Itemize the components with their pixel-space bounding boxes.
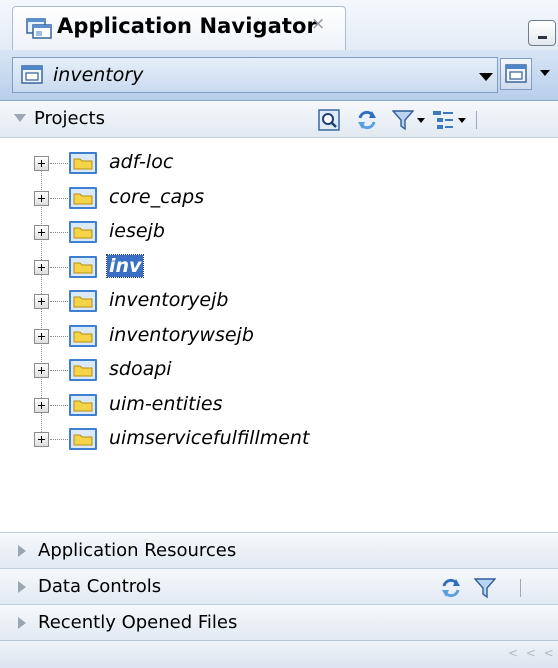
- chevron-down-icon[interactable]: [540, 70, 550, 76]
- tree-connector-line: [50, 197, 68, 199]
- minimize-button[interactable]: [528, 20, 556, 46]
- folder-icon: [69, 393, 97, 416]
- tree-node[interactable]: inv: [0, 252, 558, 282]
- application-navigator-icon: [26, 18, 52, 39]
- expand-plus-icon[interactable]: [34, 259, 49, 275]
- tree-node-label[interactable]: uimservicefulfillment: [107, 427, 311, 449]
- tab-application-navigator[interactable]: Application Navigator ×: [12, 6, 346, 50]
- tree-node-label[interactable]: sdoapi: [107, 358, 174, 380]
- tree-node-label[interactable]: uim-entities: [107, 393, 224, 415]
- application-name: inventory: [53, 64, 144, 86]
- chevron-down-icon[interactable]: [417, 118, 425, 123]
- tree-node[interactable]: inventorywsejb: [0, 321, 558, 351]
- projects-panel-header[interactable]: Projects: [0, 101, 558, 138]
- application-dropdown[interactable]: inventory: [12, 57, 498, 93]
- application-selector-row: inventory: [0, 50, 558, 101]
- tree-node[interactable]: uimservicefulfillment: [0, 424, 558, 454]
- filter-icon[interactable]: [474, 577, 496, 599]
- filter-icon[interactable]: [392, 109, 414, 131]
- expand-plus-icon[interactable]: [34, 397, 49, 413]
- tree-node-label[interactable]: inv: [105, 253, 145, 278]
- recently-opened-files-label: Recently Opened Files: [38, 612, 238, 633]
- tree-node-label[interactable]: core_caps: [107, 186, 206, 208]
- data-controls-label: Data Controls: [38, 576, 162, 597]
- expand-triangle-icon[interactable]: [18, 581, 26, 593]
- tab-title: Application Navigator: [57, 14, 318, 38]
- tree-connector-line: [50, 404, 68, 406]
- tree-node-label[interactable]: inventorywsejb: [107, 324, 256, 346]
- close-icon[interactable]: ×: [311, 14, 325, 34]
- folder-icon: [69, 359, 97, 381]
- tree-connector-line: [50, 439, 68, 440]
- tree-connector-line: [50, 232, 68, 233]
- toolbar-separator: [476, 111, 477, 129]
- folder-icon: [69, 428, 97, 450]
- expand-triangle-icon[interactable]: [18, 545, 26, 557]
- application-menu-button[interactable]: [500, 58, 532, 90]
- refresh-icon[interactable]: [440, 577, 462, 599]
- project-properties-icon[interactable]: [318, 109, 340, 131]
- working-sets-icon[interactable]: [432, 109, 454, 131]
- tab-strip: Application Navigator ×: [0, 0, 558, 51]
- project-tree[interactable]: adf-loc core_capsiesejb inv inventoryejb inv…: [0, 138, 558, 532]
- tree-connector-line: [50, 163, 68, 164]
- application-resources-panel[interactable]: Application Resources: [0, 532, 558, 568]
- tree-node[interactable]: sdoapi: [0, 355, 558, 385]
- tree-node[interactable]: inventoryejb: [0, 286, 558, 316]
- toolbar-separator: [520, 579, 521, 597]
- tree-connector-line: [50, 266, 68, 268]
- tree-node[interactable]: core_caps: [0, 183, 558, 213]
- folder-icon: [69, 221, 97, 243]
- expand-plus-icon[interactable]: [34, 363, 49, 378]
- tree-connector-line: [50, 335, 68, 337]
- recently-opened-files-panel[interactable]: Recently Opened Files: [0, 604, 558, 640]
- expand-triangle-icon[interactable]: [18, 617, 26, 629]
- data-controls-panel[interactable]: Data Controls: [0, 568, 558, 604]
- application-menu-icon: [505, 64, 527, 83]
- tree-node-label[interactable]: iesejb: [107, 220, 167, 242]
- folder-icon: [69, 255, 97, 278]
- collapse-triangle-icon[interactable]: [14, 114, 26, 122]
- tree-connector-line: [50, 370, 68, 371]
- expand-plus-icon[interactable]: [34, 328, 49, 344]
- scroll-indicator[interactable]: < < <: [508, 646, 556, 660]
- projects-label: Projects: [34, 108, 105, 129]
- application-icon: [21, 65, 43, 84]
- expand-plus-icon[interactable]: [34, 294, 49, 309]
- status-bar: < < <: [0, 640, 558, 668]
- chevron-down-icon: [479, 73, 493, 81]
- tree-node-label[interactable]: inventoryejb: [107, 289, 230, 311]
- tree-node[interactable]: uim-entities: [0, 390, 558, 420]
- refresh-icon[interactable]: [356, 109, 378, 131]
- chevron-down-icon[interactable]: [458, 118, 466, 123]
- expand-plus-icon[interactable]: [34, 156, 49, 171]
- application-navigator-window: Application Navigator × inventory Projec…: [0, 0, 558, 668]
- folder-icon: [69, 186, 97, 209]
- expand-plus-icon[interactable]: [34, 432, 49, 447]
- application-resources-label: Application Resources: [38, 540, 237, 561]
- expand-plus-icon[interactable]: [34, 225, 49, 240]
- tree-connector-line: [50, 301, 68, 302]
- tree-node[interactable]: adf-loc: [0, 148, 558, 178]
- expand-plus-icon[interactable]: [34, 190, 49, 206]
- folder-icon: [69, 290, 97, 312]
- folder-icon: [69, 152, 97, 174]
- folder-icon: [69, 324, 97, 347]
- tree-node-label[interactable]: adf-loc: [107, 151, 175, 173]
- tree-node[interactable]: iesejb: [0, 217, 558, 247]
